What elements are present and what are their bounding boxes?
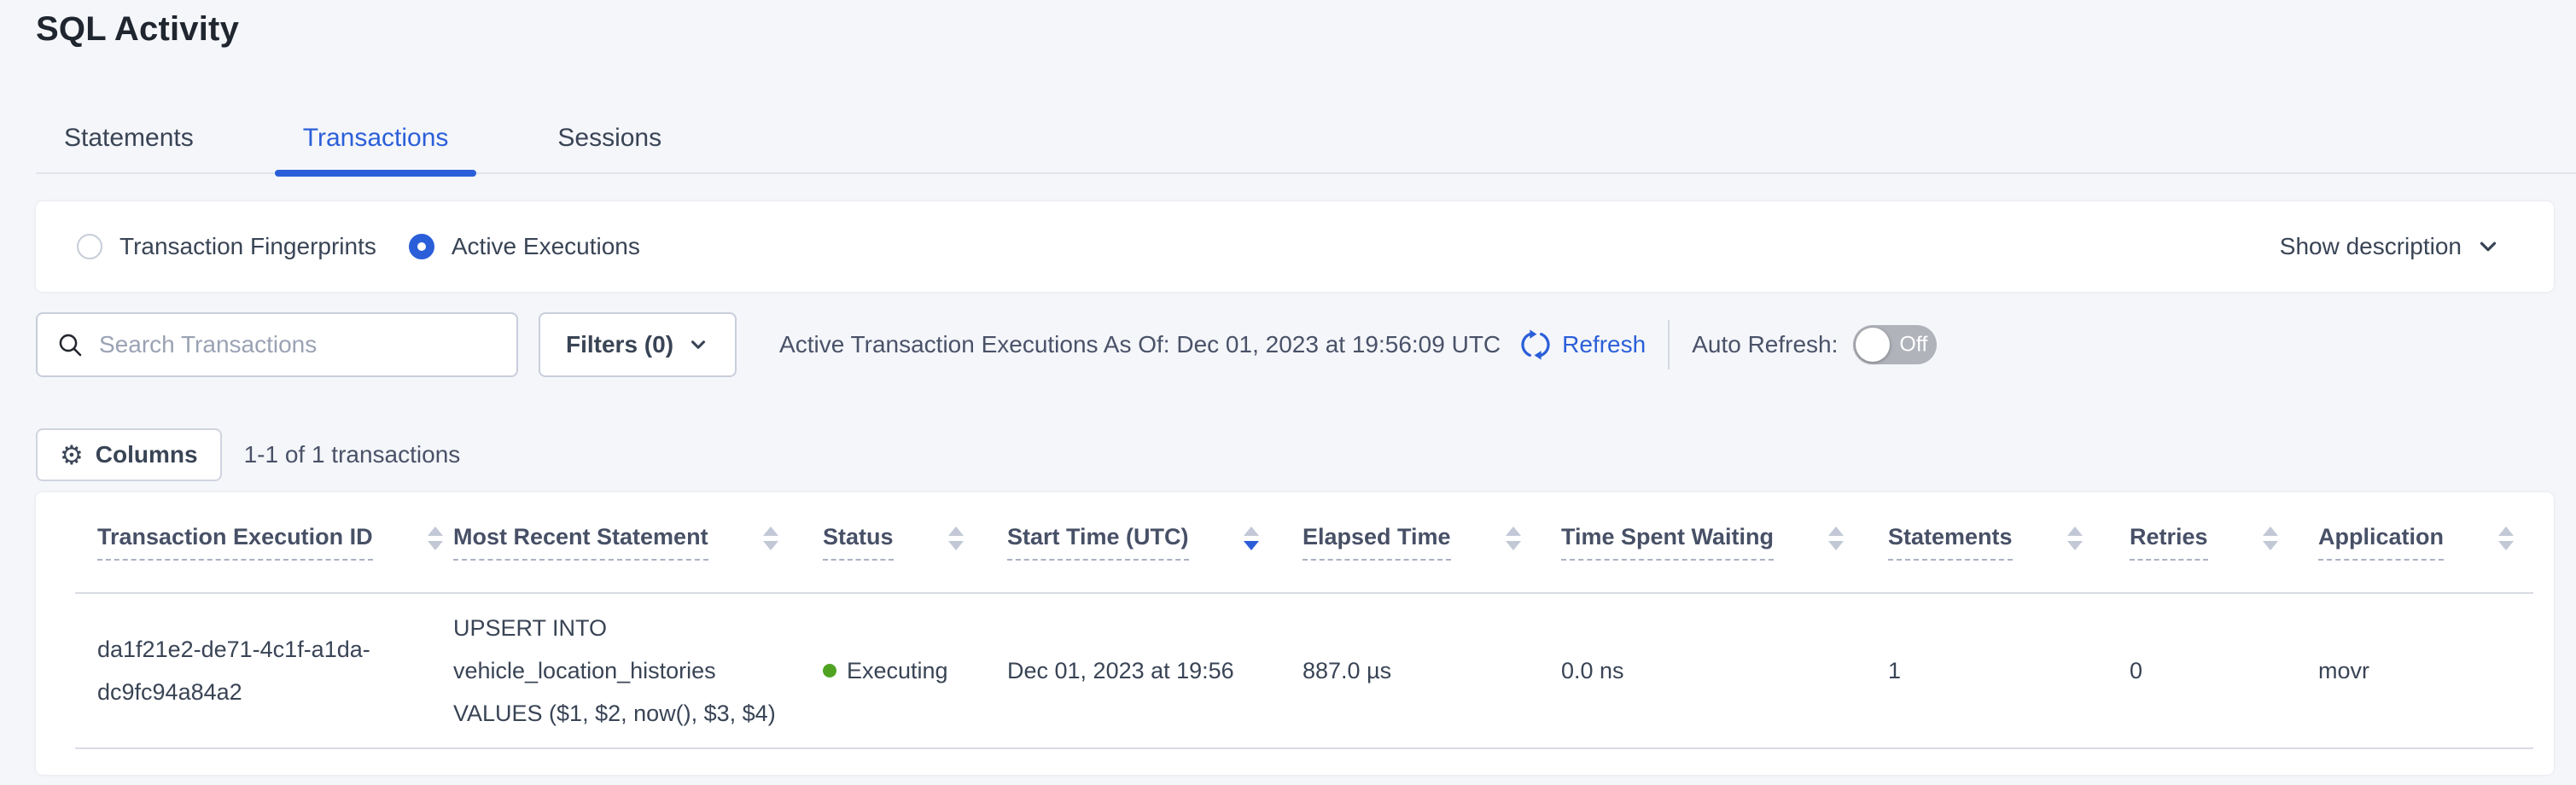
sort-icon[interactable] (2263, 526, 2278, 550)
table-row: da1f21e2-de71-4c1f-a1da-dc9fc94a84a2 UPS… (75, 593, 2533, 748)
transactions-table-card: Transaction Execution ID Most Recent Sta… (36, 492, 2554, 775)
col-header-status[interactable]: Status (823, 492, 1007, 593)
col-header-start-time[interactable]: Start Time (UTC) (1007, 492, 1303, 593)
tab-transactions[interactable]: Transactions (275, 104, 477, 172)
cell-application: movr (2318, 593, 2533, 748)
gear-icon: ⚙ (60, 442, 84, 468)
sort-icon[interactable] (2067, 526, 2083, 550)
toggle-state-label: Off (1899, 333, 1927, 358)
search-input[interactable] (99, 331, 498, 358)
refresh-label: Refresh (1562, 331, 1646, 358)
page-title: SQL Activity (36, 10, 239, 49)
columns-label: Columns (96, 441, 198, 468)
filters-button[interactable]: Filters (0) (539, 312, 737, 377)
tab-statements[interactable]: Statements (36, 104, 222, 172)
cell-start-time: Dec 01, 2023 at 19:56 (1007, 593, 1303, 748)
col-header-time-spent-waiting[interactable]: Time Spent Waiting (1561, 492, 1888, 593)
auto-refresh-label: Auto Refresh: (1692, 331, 1838, 358)
transactions-table: Transaction Execution ID Most Recent Sta… (75, 492, 2533, 749)
cell-retries: 0 (2130, 593, 2318, 748)
col-header-retries[interactable]: Retries (2130, 492, 2318, 593)
col-header-elapsed-time[interactable]: Elapsed Time (1303, 492, 1561, 593)
tab-bar: Statements Transactions Sessions (36, 104, 2576, 174)
tab-label: Sessions (557, 124, 661, 153)
cell-elapsed-time: 887.0 µs (1303, 593, 1561, 748)
chevron-down-icon (2475, 234, 2501, 259)
vertical-divider (1668, 320, 1670, 369)
refresh-button[interactable]: Refresh (1519, 329, 1646, 361)
radio-icon (409, 234, 434, 259)
show-description-label: Show description (2280, 233, 2462, 260)
col-header-transaction-execution-id[interactable]: Transaction Execution ID (75, 492, 453, 593)
result-count: 1-1 of 1 transactions (244, 441, 461, 468)
cell-most-recent-statement: UPSERT INTO vehicle_location_histories V… (453, 593, 823, 748)
sort-icon[interactable] (763, 526, 778, 550)
col-header-application[interactable]: Application (2318, 492, 2533, 593)
sort-icon[interactable] (1244, 526, 1259, 550)
radio-icon (77, 234, 102, 259)
radio-active-executions[interactable]: Active Executions (409, 233, 640, 260)
tab-label: Transactions (303, 124, 449, 153)
cell-transaction-execution-id[interactable]: da1f21e2-de71-4c1f-a1da-dc9fc94a84a2 (75, 593, 453, 748)
table-toolbar: ⚙ Columns 1-1 of 1 transactions (36, 428, 460, 481)
sort-icon[interactable] (1828, 526, 1844, 550)
refresh-icon (1519, 329, 1552, 361)
auto-refresh-toggle[interactable]: Off (1853, 325, 1937, 364)
search-box (36, 312, 518, 377)
show-description-toggle[interactable]: Show description (2280, 233, 2501, 260)
radio-label: Transaction Fingerprints (119, 233, 376, 260)
col-header-statements[interactable]: Statements (1888, 492, 2130, 593)
status-text: Executing (847, 649, 948, 692)
view-mode-card: Transaction Fingerprints Active Executio… (36, 201, 2554, 292)
table-header-row: Transaction Execution ID Most Recent Sta… (75, 492, 2533, 593)
tab-sessions[interactable]: Sessions (529, 104, 690, 172)
cell-time-spent-waiting: 0.0 ns (1561, 593, 1888, 748)
sort-icon[interactable] (428, 526, 443, 550)
radio-label: Active Executions (452, 233, 640, 260)
cell-statements: 1 (1888, 593, 2130, 748)
col-header-most-recent-statement[interactable]: Most Recent Statement (453, 492, 823, 593)
search-icon (56, 331, 84, 358)
sort-icon[interactable] (948, 526, 964, 550)
filters-label: Filters (0) (566, 331, 673, 358)
status-executing-dot-icon (823, 664, 836, 677)
as-of-timestamp: Active Transaction Executions As Of: Dec… (779, 331, 1501, 358)
chevron-down-icon (687, 334, 709, 356)
sort-icon[interactable] (1506, 526, 1521, 550)
tab-label: Statements (64, 124, 194, 153)
controls-row: Filters (0) Active Transaction Execution… (36, 312, 2554, 377)
cell-status: Executing (823, 593, 1007, 748)
columns-button[interactable]: ⚙ Columns (36, 428, 222, 481)
sql-activity-page: SQL Activity Statements Transactions Ses… (0, 0, 2576, 785)
toggle-knob (1856, 328, 1890, 362)
radio-transaction-fingerprints[interactable]: Transaction Fingerprints (77, 233, 376, 260)
sort-icon[interactable] (2498, 526, 2514, 550)
